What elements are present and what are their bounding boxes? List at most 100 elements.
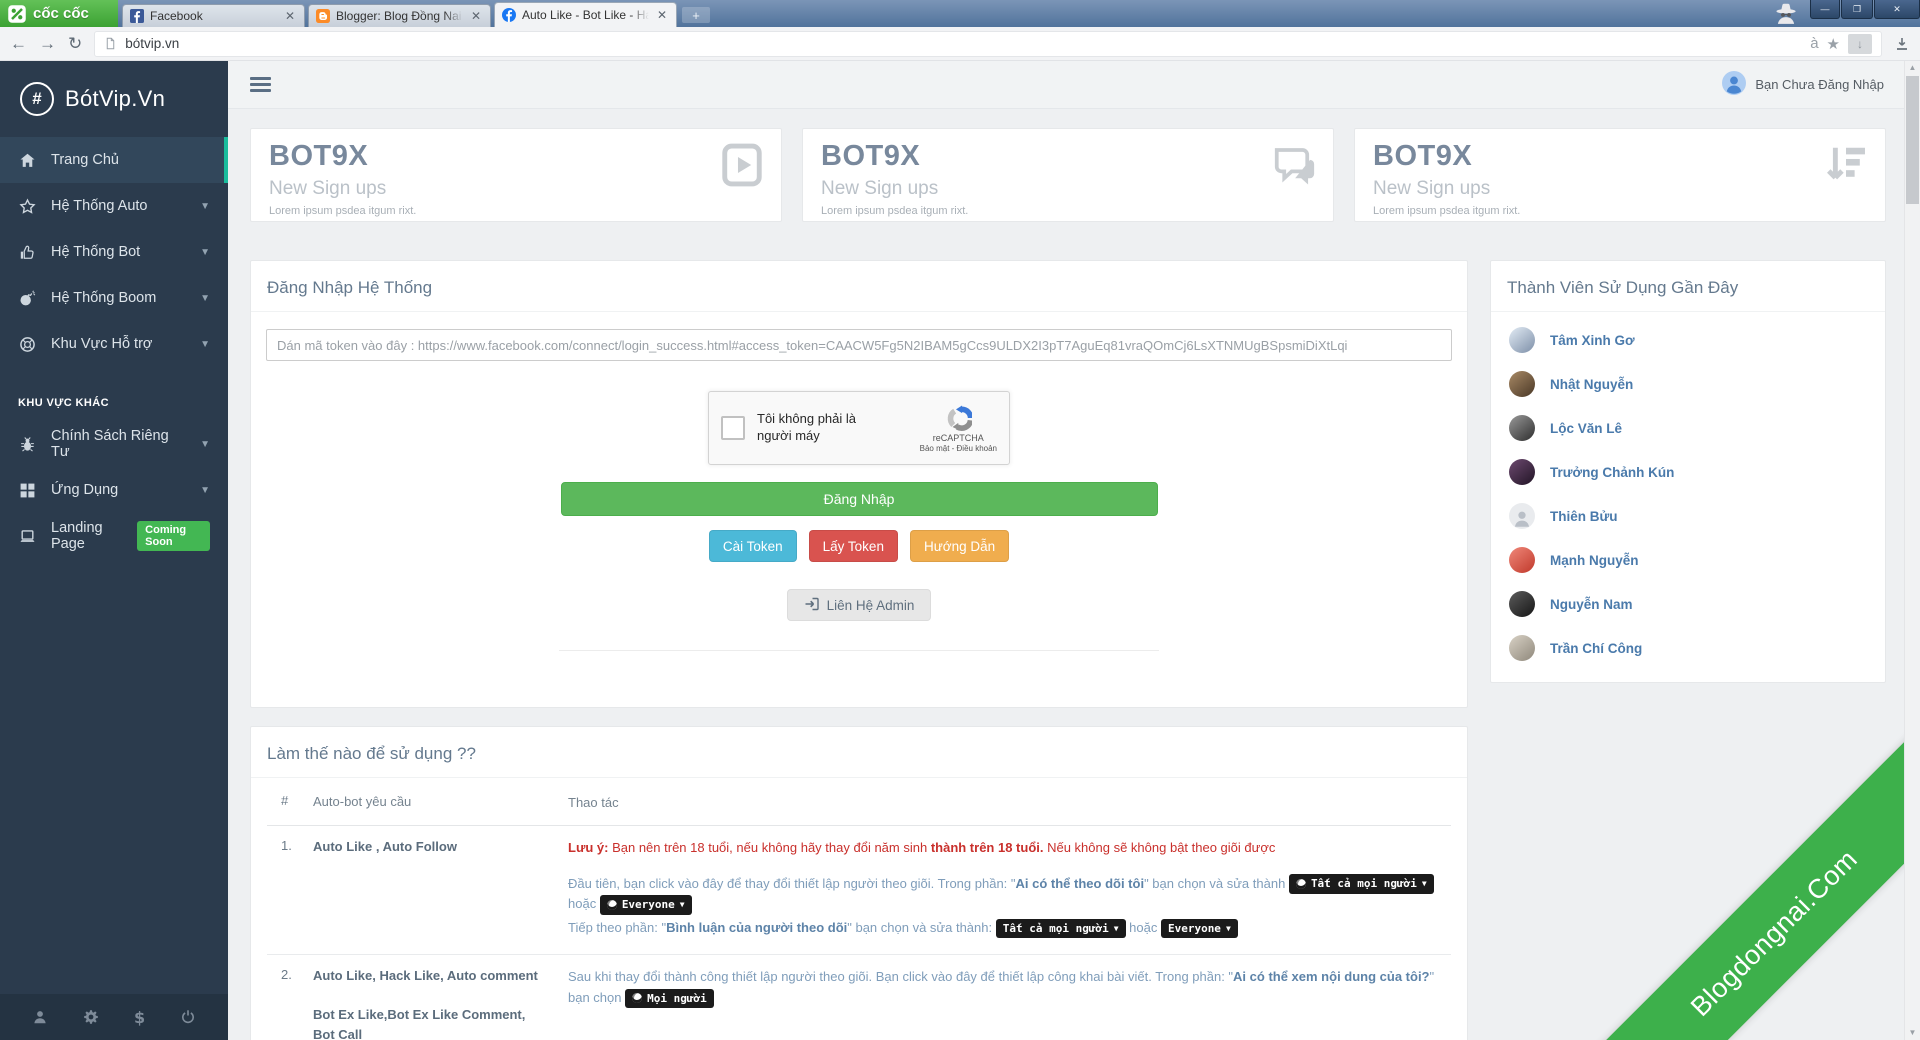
coccoc-logo-icon: [7, 4, 27, 24]
hamburger-menu-icon[interactable]: [248, 73, 273, 96]
life-ring-icon: [18, 336, 36, 353]
member-row[interactable]: Nguyễn Nam: [1507, 582, 1869, 626]
stat-card: BOT9XNew Sign upsLorem ipsum psdea itgum…: [1354, 128, 1886, 222]
caret-down-icon: ▼: [1226, 925, 1231, 933]
bookmark-star-icon[interactable]: ★: [1827, 35, 1840, 53]
grid-icon: [18, 482, 36, 499]
reload-button[interactable]: ↻: [68, 35, 82, 52]
token-input[interactable]: [266, 329, 1452, 361]
privacy-option-badge[interactable]: Tất cả mọi người▼: [1289, 874, 1434, 893]
tab-close-icon[interactable]: ✕: [655, 8, 669, 22]
back-button[interactable]: ←: [10, 35, 27, 52]
recaptcha-terms-links[interactable]: Bảo mật - Điều khoản: [920, 444, 997, 453]
minimize-button[interactable]: —: [1810, 0, 1840, 19]
sidebar-item-trang-chủ[interactable]: Trang Chủ: [0, 137, 228, 183]
sidebar-item-label: Trang Chủ: [51, 152, 119, 168]
sidebar-item-hệ-thống-boom[interactable]: Hệ Thống Boom▼: [0, 275, 228, 321]
sidebar-item-chính-sách-riêng-tư[interactable]: Chính Sách Riêng Tư▼: [0, 421, 228, 467]
sidebar-section-label: KHU VỰC KHÁC: [0, 367, 228, 421]
downloads-button-icon[interactable]: [1894, 36, 1910, 52]
browser-tab[interactable]: Facebook ✕: [122, 4, 305, 27]
privacy-option-badge[interactable]: Tất cả mọi người▼: [996, 919, 1126, 938]
titlebar-right: — ❐ ✕: [1773, 0, 1920, 31]
close-button[interactable]: ✕: [1874, 0, 1920, 19]
card-title: BOT9X: [821, 140, 1315, 173]
recaptcha-checkbox[interactable]: [721, 416, 745, 440]
card-subtitle: New Sign ups: [1373, 178, 1867, 200]
stat-card: BOT9XNew Sign upsLorem ipsum psdea itgum…: [250, 128, 782, 222]
maximize-button[interactable]: ❐: [1841, 0, 1873, 19]
dollar-icon[interactable]: $: [134, 1008, 145, 1027]
account-status[interactable]: Bạn Chưa Đăng Nhập: [1722, 71, 1884, 98]
member-row[interactable]: Trần Chí Công: [1507, 626, 1869, 670]
address-bar[interactable]: bótvip.vn à ★ ↓: [94, 31, 1882, 57]
globe-icon: [607, 900, 617, 910]
blogger-icon: [316, 9, 330, 23]
member-row[interactable]: Nhật Nguyễn: [1507, 362, 1869, 406]
privacy-option-badge[interactable]: Mọi người: [625, 989, 714, 1008]
download-indicator-icon[interactable]: ↓: [1848, 34, 1872, 54]
gear-icon[interactable]: [83, 1009, 99, 1025]
member-row[interactable]: Trưởng Chảnh Kún: [1507, 450, 1869, 494]
member-name: Nhật Nguyễn: [1550, 377, 1633, 392]
page-content: BOT9XNew Sign upsLorem ipsum psdea itgum…: [228, 109, 1904, 1040]
laptop-icon: [18, 528, 36, 545]
recent-members-panel: Thành Viên Sử Dụng Gần Đây Tâm Xinh GơNh…: [1490, 260, 1886, 683]
thumbs-up-icon: [18, 244, 36, 261]
scroll-down-arrow-icon[interactable]: ▼: [1905, 1026, 1920, 1040]
member-row[interactable]: Mạnh Nguyễn: [1507, 538, 1869, 582]
member-row[interactable]: Thiên Bửu: [1507, 494, 1869, 538]
new-tab-button[interactable]: +: [682, 7, 710, 23]
url-text[interactable]: bótvip.vn: [125, 36, 1802, 51]
sidebar-item-khu-vực-hỗ-trợ[interactable]: Khu Vực Hỗ trợ▼: [0, 321, 228, 367]
home-icon: [18, 152, 36, 169]
coccoc-menu-button[interactable]: cốc cốc: [0, 0, 118, 27]
coccoc-brand-label: cốc cốc: [33, 5, 89, 22]
sidebar-item-hệ-thống-bot[interactable]: Hệ Thống Bot▼: [0, 229, 228, 275]
member-row[interactable]: Tâm Xinh Gơ: [1507, 318, 1869, 362]
tab-close-icon[interactable]: ✕: [283, 9, 297, 23]
power-icon[interactable]: [180, 1009, 196, 1025]
sort-desc-icon: [1823, 142, 1869, 188]
sidebar-item-ứng-dụng[interactable]: Ứng Dụng▼: [0, 467, 228, 513]
globe-icon: [632, 993, 642, 1003]
login-button[interactable]: Đăng Nhập: [561, 482, 1158, 516]
member-avatar: [1509, 371, 1535, 397]
sidebar-item-label: Landing Page: [51, 520, 122, 552]
member-name: Trưởng Chảnh Kún: [1550, 465, 1674, 480]
forward-button[interactable]: →: [39, 35, 56, 52]
incognito-spy-icon: [1773, 2, 1799, 31]
member-row[interactable]: Lộc Văn Lê: [1507, 406, 1869, 450]
middle-row: Đăng Nhập Hệ Thống Tôi không phải là ngư…: [250, 260, 1886, 708]
hướng-dẫn-button[interactable]: Hướng Dẫn: [910, 530, 1009, 562]
howto-table: #Auto-bot yêu cầuThao tác1.Auto Like , A…: [267, 782, 1451, 1040]
howto-col-action-header: Thao tác: [568, 793, 1451, 814]
page-header: Bạn Chưa Đăng Nhập: [228, 61, 1904, 109]
site-logo[interactable]: # BótVip.Vn: [0, 61, 228, 137]
star-icon: [18, 198, 36, 215]
lấy-token-button[interactable]: Lấy Token: [809, 530, 898, 562]
scrollbar-thumb[interactable]: [1906, 76, 1919, 204]
browser-tab[interactable]: Auto Like - Bot Like - Hack ✕: [494, 2, 677, 27]
howto-panel: Làm thế nào để sử dụng ?? #Auto-bot yêu …: [250, 726, 1468, 1040]
avatar-icon: [1722, 71, 1746, 98]
recaptcha-label: Tôi không phải là người máy: [757, 411, 889, 445]
contact-admin-button[interactable]: Liên Hệ Admin: [787, 589, 932, 621]
member-name: Mạnh Nguyễn: [1550, 553, 1639, 568]
sidebar-nav: Trang Chủ Hệ Thống Auto▼Hệ Thống Bot▼Hệ T…: [0, 137, 228, 994]
page-scrollbar[interactable]: ▲ ▼: [1904, 61, 1920, 1040]
sidebar-item-hệ-thống-auto[interactable]: Hệ Thống Auto▼: [0, 183, 228, 229]
sidebar-item-landing-page[interactable]: Landing PageComing Soon: [0, 513, 228, 559]
tab-close-icon[interactable]: ✕: [469, 9, 483, 23]
site-logo-text: BótVip.Vn: [65, 86, 165, 112]
browser-tab[interactable]: Blogger: Blog Đồng Nai - T✕: [308, 4, 491, 27]
privacy-option-badge[interactable]: Everyone▼: [600, 895, 692, 914]
member-avatar: [1509, 459, 1535, 485]
cài-token-button[interactable]: Cài Token: [709, 530, 797, 562]
vietnamese-input-icon[interactable]: à: [1810, 35, 1818, 52]
tab-title: Auto Like - Bot Like - Hack: [522, 8, 649, 22]
scroll-up-arrow-icon[interactable]: ▲: [1905, 61, 1920, 75]
user-icon[interactable]: [32, 1009, 48, 1025]
tab-title: Facebook: [150, 9, 277, 23]
privacy-option-badge[interactable]: Everyone▼: [1161, 919, 1238, 938]
